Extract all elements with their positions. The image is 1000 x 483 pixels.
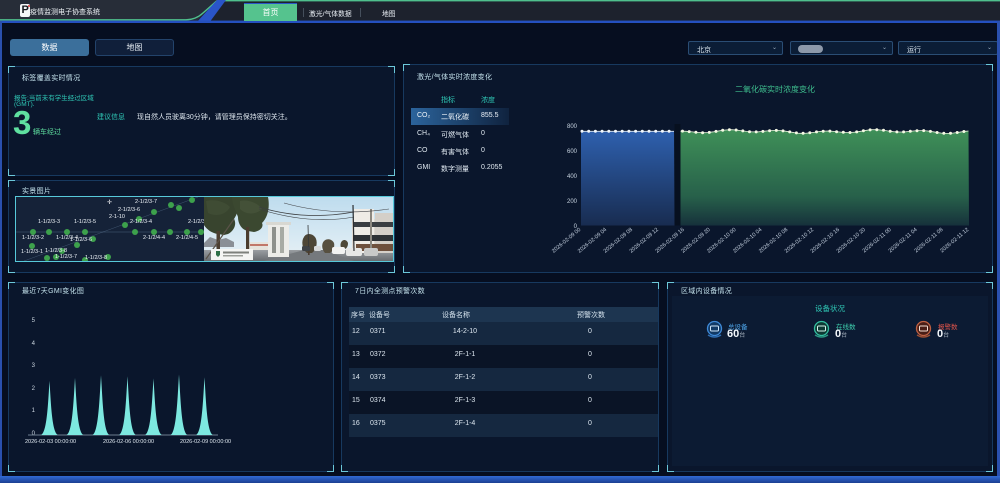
svg-text:2026-02-09 00:00:00: 2026-02-09 00:00:00 — [180, 439, 231, 445]
svg-text:400: 400 — [567, 174, 578, 180]
svg-text:0: 0 — [32, 431, 36, 437]
svg-text:2026-02-06 00:00:00: 2026-02-06 00:00:00 — [103, 439, 154, 445]
svg-text:5: 5 — [32, 318, 36, 324]
svg-text:1: 1 — [32, 408, 36, 414]
svg-text:800: 800 — [567, 124, 578, 130]
svg-text:2: 2 — [32, 386, 36, 392]
svg-text:二氧化碳实时浓度变化: 二氧化碳实时浓度变化 — [735, 84, 815, 94]
svg-text:2026-02-03 00:00:00: 2026-02-03 00:00:00 — [25, 439, 76, 445]
svg-text:600: 600 — [567, 149, 578, 155]
svg-text:4: 4 — [32, 341, 36, 347]
svg-text:200: 200 — [567, 199, 578, 205]
svg-text:3: 3 — [32, 363, 36, 369]
